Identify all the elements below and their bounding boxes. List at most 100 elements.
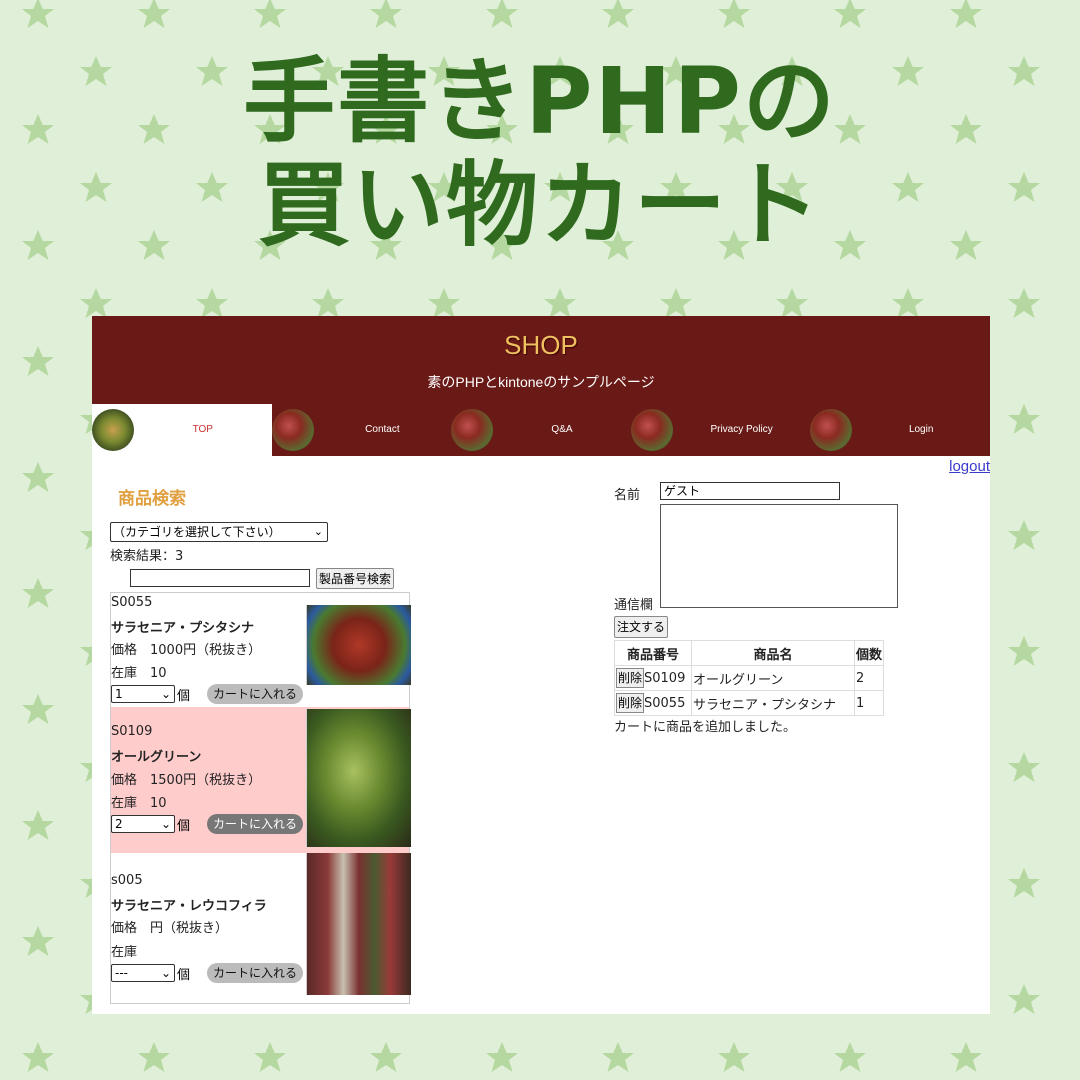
product-photo (306, 605, 411, 685)
star-icon (196, 288, 228, 318)
product-code-search-input[interactable] (130, 569, 310, 587)
add-to-cart-button[interactable]: カートに入れる (207, 963, 304, 983)
memo-textarea[interactable] (660, 504, 898, 608)
star-icon (254, 1042, 286, 1072)
quantity-select[interactable]: 1 ⌄ (111, 685, 175, 703)
cart-header-name: 商品名 (691, 640, 855, 666)
product-photo (306, 709, 411, 847)
nav-label: TOP (192, 424, 213, 435)
star-icon (718, 1042, 750, 1072)
star-icon (602, 0, 634, 28)
star-icon (950, 0, 982, 28)
cart-message: カートに商品を追加しました。 (614, 720, 797, 735)
banner-line-1: 手書きPHPの (243, 48, 837, 155)
delete-button[interactable]: 削除 (616, 668, 645, 688)
delete-button[interactable]: 削除 (616, 693, 645, 713)
product-stock: 在庫 10 (111, 796, 167, 811)
star-icon (370, 0, 402, 28)
nav-label: Login (908, 424, 934, 435)
search-heading: 商品検索 (118, 489, 186, 509)
chevron-down-icon: ⌄ (313, 525, 323, 538)
star-icon (892, 288, 924, 318)
star-icon (22, 462, 54, 492)
product-item: S0109 オールグリーン 価格 1500円（税抜き） 在庫 10 2 ⌄ 個 … (111, 707, 411, 853)
star-icon (1008, 288, 1040, 318)
star-icon (1008, 752, 1040, 782)
quantity-select[interactable]: 2 ⌄ (111, 815, 175, 833)
star-icon (22, 926, 54, 956)
cart-item-qty: 2 (853, 665, 885, 691)
nav-label: Privacy Policy (710, 424, 773, 435)
banner-title: 手書きPHPの 買い物カート (0, 50, 1080, 258)
product-stock: 在庫 10 (111, 666, 167, 681)
product-code: s005 (111, 873, 143, 888)
add-to-cart-button[interactable]: カートに入れる (207, 814, 304, 834)
cart-item-code: S0055 (644, 696, 686, 711)
product-code: S0055 (111, 595, 153, 610)
category-selected-value: （カテゴリを選択して下さい） (113, 525, 281, 539)
plant-thumbnail-icon (92, 409, 134, 451)
quantity-unit: 個 (177, 819, 191, 834)
star-icon (22, 810, 54, 840)
product-code: S0109 (111, 724, 153, 739)
name-input[interactable]: ゲスト (660, 482, 840, 500)
product-photo (306, 853, 411, 995)
plant-thumbnail-icon (271, 409, 314, 451)
cart-header-qty: 個数 (853, 640, 885, 666)
quantity-unit: 個 (177, 968, 191, 983)
order-button[interactable]: 注文する (614, 616, 669, 638)
cart-item-qty: 1 (853, 690, 885, 716)
cart-row: 削除 S0109 オールグリーン 2 (614, 665, 885, 691)
logout-link[interactable]: logout (949, 458, 990, 475)
star-icon (718, 0, 750, 28)
chevron-down-icon: ⌄ (160, 966, 171, 980)
star-icon (428, 288, 460, 318)
star-icon (22, 0, 54, 28)
product-list: S0055 サラセニア・プシタシナ 価格 1000円（税抜き） 在庫 10 1 … (110, 592, 411, 1004)
cart-table: 商品番号 商品名 個数 削除 S0109 オールグリーン 2 削除 S0055 サラ… (614, 640, 885, 716)
plant-thumbnail-icon (630, 409, 673, 451)
shop-header: SHOP 素のPHPとkintoneのサンプルページ (92, 316, 990, 404)
product-price: 価格 1000円（税抜き） (111, 643, 262, 658)
star-icon (834, 1042, 866, 1072)
banner-line-2: 買い物カート (257, 152, 822, 259)
cart-header-row: 商品番号 商品名 個数 (614, 640, 885, 666)
star-icon (660, 288, 692, 318)
shop-screenshot: SHOP 素のPHPとkintoneのサンプルページ TOP Contact Q… (92, 316, 990, 1014)
category-select[interactable]: （カテゴリを選択して下さい） ⌄ (110, 522, 328, 542)
star-icon (776, 288, 808, 318)
cart-code-cell: 削除 S0055 (614, 690, 692, 716)
product-price: 価格 円（税抜き） (111, 921, 229, 936)
star-icon (1008, 520, 1040, 550)
quantity-select[interactable]: --- ⌄ (111, 964, 175, 982)
product-name: サラセニア・レウコフィラ (111, 899, 267, 914)
star-icon (254, 0, 286, 28)
star-icon (138, 1042, 170, 1072)
nav-label: Q&A (551, 424, 573, 435)
plant-thumbnail-icon (810, 409, 853, 451)
nav-item-privacy-policy[interactable]: Privacy Policy (630, 404, 811, 456)
cart-code-cell: 削除 S0109 (614, 665, 692, 691)
star-icon (1008, 868, 1040, 898)
product-stock: 在庫 (111, 945, 138, 960)
cart-header-code: 商品番号 (614, 640, 692, 666)
nav-item-login[interactable]: Login (810, 404, 990, 456)
star-icon (486, 1042, 518, 1072)
cart-item-name: サラセニア・プシタシナ (691, 690, 855, 716)
plant-thumbnail-icon (451, 409, 494, 451)
nav-item-top[interactable]: TOP (92, 404, 272, 456)
product-code-search-button[interactable]: 製品番号検索 (316, 568, 395, 589)
nav-item-qa[interactable]: Q&A (451, 404, 631, 456)
star-icon (80, 288, 112, 318)
nav-item-contact[interactable]: Contact (271, 404, 452, 456)
star-icon (370, 1042, 402, 1072)
result-count: 検索結果：3 (110, 549, 184, 564)
product-item: S0055 サラセニア・プシタシナ 価格 1000円（税抜き） 在庫 10 1 … (111, 593, 411, 707)
add-to-cart-button[interactable]: カートに入れる (207, 684, 304, 704)
star-icon (22, 694, 54, 724)
star-icon (22, 578, 54, 608)
star-icon (1008, 404, 1040, 434)
quantity-unit: 個 (177, 689, 191, 704)
star-icon (22, 346, 54, 376)
product-price: 価格 1500円（税抜き） (111, 773, 262, 788)
